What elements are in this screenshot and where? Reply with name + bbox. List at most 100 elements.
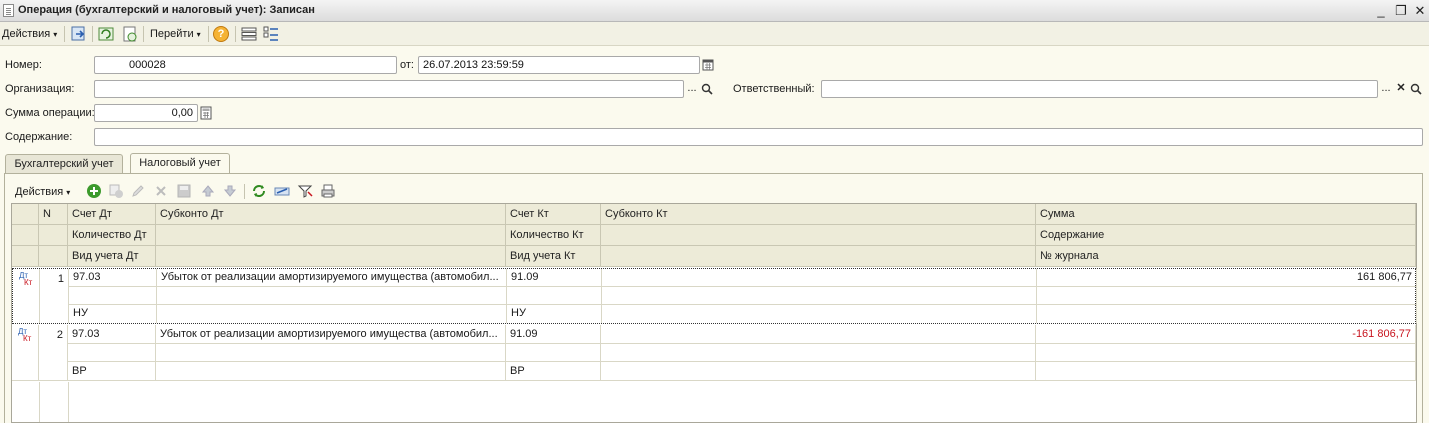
header-content[interactable]: Содержание — [1036, 225, 1416, 246]
print-icon[interactable] — [320, 183, 336, 199]
header-icon-cell — [12, 204, 39, 225]
date-field[interactable]: 26.07.2013 23:59:59 — [418, 56, 700, 74]
toolbar-separator — [208, 26, 209, 42]
filter-settings-icon[interactable] — [297, 183, 313, 199]
header-journal[interactable]: № журнала — [1036, 246, 1416, 267]
save-and-close-icon[interactable] — [70, 25, 88, 43]
sum-field[interactable]: 0,00 — [94, 104, 198, 122]
responsible-field[interactable] — [821, 80, 1378, 98]
header-empty — [601, 225, 1036, 246]
tab-accounting[interactable]: Бухгалтерский учет — [5, 154, 123, 174]
dropdown-arrow-icon: ▾ — [196, 30, 201, 39]
header-type-dt[interactable]: Вид учета Дт — [68, 246, 156, 267]
main-toolbar: Действия ▾ Перейти ▾ ? — [0, 22, 1429, 46]
header-quantity-dt[interactable]: Количество Дт — [68, 225, 156, 246]
structure-icon[interactable] — [262, 25, 280, 43]
header-subconto-kt[interactable]: Субконто Кт — [601, 204, 1036, 225]
header-sum[interactable]: Сумма — [1036, 204, 1416, 225]
toolbar-separator — [92, 26, 93, 42]
number-field[interactable]: 000028 — [94, 56, 397, 74]
row-type-kt[interactable]: НУ — [507, 305, 602, 323]
row-type-kt[interactable]: ВР — [506, 362, 601, 381]
fill-icon[interactable] — [274, 183, 290, 199]
row-account-kt[interactable]: 91.09 — [506, 325, 601, 344]
dropdown-arrow-icon: ▾ — [53, 30, 58, 39]
goto-menu-button[interactable]: Перейти ▾ — [150, 25, 201, 43]
row-journal[interactable] — [1036, 362, 1416, 381]
delete-row-icon[interactable] — [153, 183, 169, 199]
header-n[interactable]: N — [39, 204, 68, 225]
row-number: 1 — [40, 269, 69, 323]
calendar-icon[interactable] — [701, 56, 715, 74]
toolbar-separator — [64, 26, 65, 42]
header-empty — [39, 225, 68, 246]
header-account-kt[interactable]: Счет Кт — [506, 204, 601, 225]
edit-row-icon[interactable] — [130, 183, 146, 199]
row-content[interactable] — [1037, 287, 1417, 305]
row-account-kt[interactable]: 91.09 — [507, 269, 602, 287]
row-empty — [601, 344, 1036, 362]
row-empty — [156, 362, 506, 381]
search-icon[interactable] — [1409, 80, 1423, 98]
header-subconto-dt[interactable]: Субконто Дт — [156, 204, 506, 225]
row-sum[interactable]: -161 806,77 — [1036, 325, 1416, 344]
refresh-icon[interactable] — [251, 183, 267, 199]
row-subconto-kt[interactable] — [602, 269, 1037, 287]
header-icon-cell — [12, 246, 39, 267]
content-label: Содержание: — [5, 131, 73, 143]
row-sum[interactable]: 161 806,77 — [1037, 269, 1417, 287]
move-up-icon[interactable] — [200, 183, 216, 199]
restore-button[interactable]: ❐ — [1392, 2, 1410, 20]
row-subconto-dt[interactable]: Убыток от реализации амортизируемого иму… — [157, 269, 507, 287]
row-type-dt[interactable]: ВР — [68, 362, 156, 381]
header-empty — [601, 246, 1036, 267]
add-row-icon[interactable] — [86, 183, 102, 199]
actions-menu-button[interactable]: Действия ▾ — [2, 25, 57, 43]
help-icon[interactable]: ? — [213, 26, 229, 42]
row-quantity-kt[interactable] — [507, 287, 602, 305]
table-actions-menu-button[interactable]: Действия ▾ — [15, 183, 70, 201]
row-account-dt[interactable]: 97.03 — [68, 325, 156, 344]
debit-credit-icon: Дт Кт — [18, 328, 34, 343]
calculator-icon[interactable] — [199, 104, 213, 122]
row-content[interactable] — [1036, 344, 1416, 362]
save-row-icon[interactable] — [176, 183, 192, 199]
row-subconto-dt[interactable]: Убыток от реализации амортизируемого иму… — [156, 325, 506, 344]
row-subconto-kt[interactable] — [601, 325, 1036, 344]
row-quantity-kt[interactable] — [506, 344, 601, 362]
search-icon[interactable] — [700, 80, 714, 98]
write-icon[interactable] — [97, 25, 115, 43]
copy-row-icon[interactable] — [108, 183, 124, 199]
row-journal[interactable] — [1037, 305, 1417, 323]
header-type-kt[interactable]: Вид учета Кт — [506, 246, 601, 267]
row-quantity-dt[interactable] — [69, 287, 157, 305]
tab-tax[interactable]: Налоговый учет — [130, 153, 230, 174]
row-account-dt[interactable]: 97.03 — [69, 269, 157, 287]
move-down-icon[interactable] — [222, 183, 238, 199]
header-quantity-kt[interactable]: Количество Кт — [506, 225, 601, 246]
responsible-select-button[interactable]: ... — [1379, 80, 1393, 98]
content-field[interactable] — [94, 128, 1423, 146]
minimize-button[interactable]: _ — [1372, 2, 1390, 20]
refresh-document-icon[interactable] — [121, 25, 139, 43]
row-quantity-dt[interactable] — [68, 344, 156, 362]
row-empty — [157, 305, 507, 323]
header-account-dt[interactable]: Счет Дт — [68, 204, 156, 225]
header-empty — [156, 246, 506, 267]
header-icon-cell — [12, 225, 39, 246]
clear-icon[interactable]: ✕ — [1394, 80, 1408, 98]
table-row[interactable]: Дт Кт 1 97.03 Убыток от реализации аморт… — [12, 268, 1417, 324]
table-row[interactable]: Дт Кт 2 97.03 Убыток от реализации аморт… — [12, 325, 1416, 381]
organization-select-button[interactable]: ... — [685, 80, 699, 98]
list-view-icon[interactable] — [240, 25, 258, 43]
close-button[interactable]: ✕ — [1411, 2, 1429, 20]
header-empty — [156, 225, 506, 246]
credit-mark: Кт — [23, 334, 32, 343]
dropdown-arrow-icon: ▾ — [66, 188, 71, 197]
row-icon-cell: Дт Кт — [13, 269, 40, 323]
row-type-dt[interactable]: НУ — [69, 305, 157, 323]
table-header: N Счет Дт Субконто Дт Счет Кт Субконто К… — [12, 204, 1416, 267]
goto-menu-label: Перейти — [150, 28, 194, 40]
row-icon-cell: Дт Кт — [12, 325, 39, 381]
organization-field[interactable] — [94, 80, 684, 98]
